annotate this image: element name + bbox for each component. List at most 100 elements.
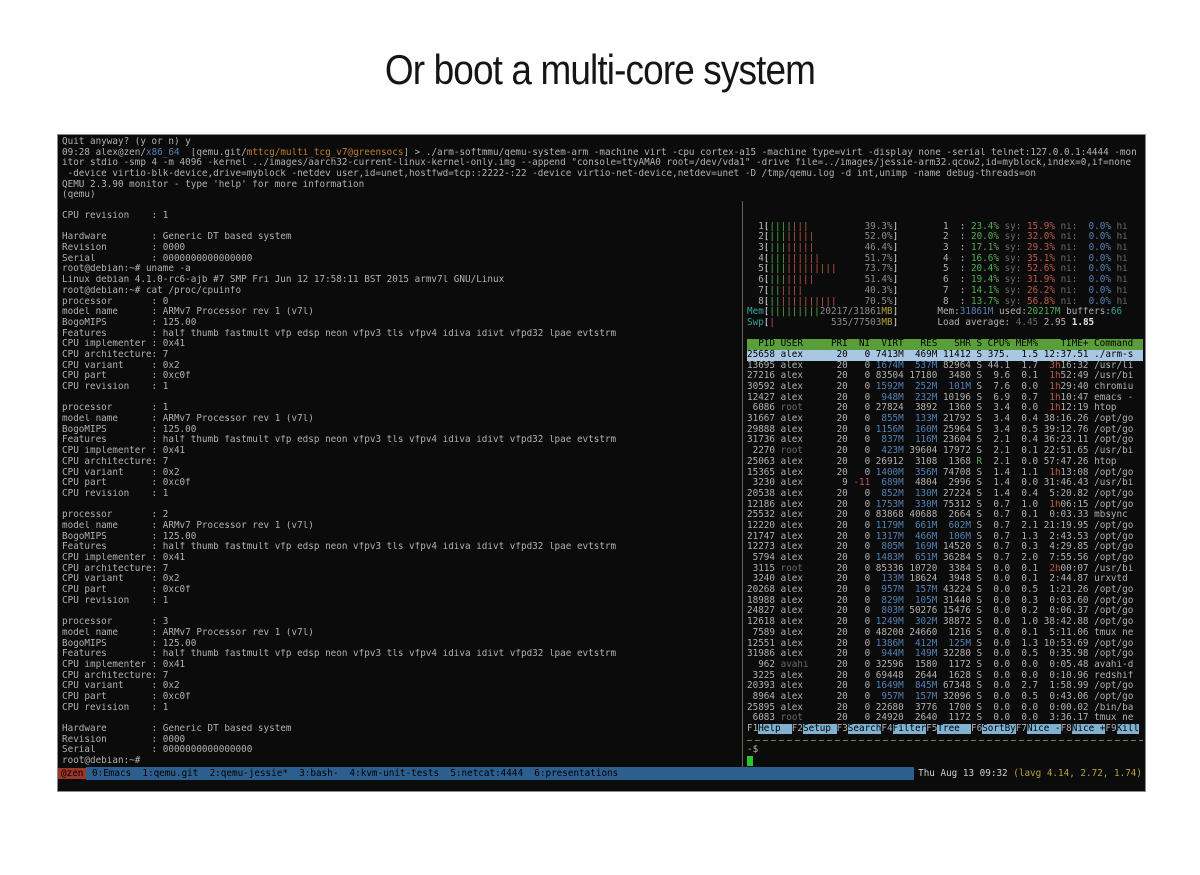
tmux-vertical-divider	[742, 201, 743, 767]
cpuinfo-line: processor : 1	[62, 403, 740, 414]
cpu-meter: 3[|||||||| 46.4%] 3 : 17.1% sy: 29.3% ni…	[747, 243, 1143, 254]
htop-fkey-nice+[interactable]: Nice +	[1072, 724, 1106, 734]
cpuinfo-line: CPU implementer : 0x41	[62, 553, 740, 564]
tmux-window-2[interactable]: 2:qemu-jessie*	[210, 768, 288, 779]
cpuinfo-line	[62, 713, 740, 724]
process-row[interactable]: 8964 alex 20 0 957M 157M 32096 S 0.0 0.5…	[747, 692, 1143, 703]
tmux-window-6[interactable]: 6:presentations	[534, 768, 618, 779]
cpuinfo-line: model name : ARMv7 Processor rev 1 (v7l)	[62, 628, 740, 639]
cpuinfo-line: model name : ARMv7 Processor rev 1 (v7l)	[62, 414, 740, 425]
cpuinfo-line: BogoMIPS : 125.00	[62, 639, 740, 650]
cpuinfo-line	[62, 500, 740, 511]
cpuinfo-line	[62, 222, 740, 233]
htop-fkey-search[interactable]: Search	[848, 724, 882, 734]
process-row[interactable]: 15365 alex 20 0 1400M 356M 74708 S 1.4 1…	[747, 468, 1143, 479]
process-row[interactable]: 3240 alex 20 0 133M 18624 3948 S 0.0 0.1…	[747, 574, 1143, 585]
htop-fkey-tree[interactable]: Tree	[937, 724, 971, 734]
htop-fkey-nice[interactable]: Nice -	[1027, 724, 1061, 734]
terminal-cursor	[747, 756, 753, 766]
process-row[interactable]: 24827 alex 20 0 803M 50276 15476 S 0.0 0…	[747, 606, 1143, 617]
cpuinfo-line: Features : half thumb fastmult vfp edsp …	[62, 329, 740, 340]
process-row[interactable]: 21747 alex 20 0 1317M 466M 106M S 0.7 1.…	[747, 532, 1143, 543]
cpuinfo-line: Serial : 0000000000000000	[62, 745, 740, 756]
process-row[interactable]: 20393 alex 20 0 1649M 845M 67348 S 0.0 2…	[747, 681, 1143, 692]
htop-fkey-help[interactable]: Help	[758, 724, 792, 734]
cpuinfo-line: CPU part : 0xc0f	[62, 478, 740, 489]
cpuinfo-line: CPU implementer : 0x41	[62, 339, 740, 350]
slide: Or boot a multi-core system Quit anyway?…	[0, 0, 1200, 875]
qemu-output-line: (qemu)	[62, 190, 1143, 201]
cpuinfo-line: root@debian:~#	[62, 756, 740, 767]
qemu-output-line: QEMU 2.3.90 monitor - type 'help' for mo…	[62, 180, 1143, 191]
qemu-output-line: itor stdio -smp 4 -m 4096 -kernel ../ima…	[62, 158, 1143, 169]
tmux-window-4[interactable]: 4:kvm-unit-tests	[350, 768, 440, 779]
cpuinfo-line: CPU implementer : 0x41	[62, 660, 740, 671]
cpuinfo-line: CPU revision : 1	[62, 489, 740, 500]
process-row[interactable]: 7589 alex 20 0 48200 24660 1216 S 0.0 0.…	[747, 628, 1143, 639]
process-row[interactable]: 12273 alex 20 0 805M 169M 14520 S 0.7 0.…	[747, 542, 1143, 553]
process-row[interactable]: 3115 root 20 0 85336 10720 3384 S 0.0 0.…	[747, 564, 1143, 575]
tmux-window-3[interactable]: 3:bash-	[299, 768, 338, 779]
htop-pane[interactable]: 1[||||||| 39.3%] 1 : 23.4% sy: 15.9% ni:…	[747, 211, 1143, 767]
htop-fkey-setup[interactable]: Setup	[803, 724, 837, 734]
process-row[interactable]: 18988 alex 20 0 829M 105M 31440 S 0.0 0.…	[747, 596, 1143, 607]
mem-meter: Mem[|||||||||20217/31861MB] Mem:31861M u…	[747, 307, 1143, 318]
cpuinfo-line: CPU variant : 0x2	[62, 574, 740, 585]
process-row[interactable]: 6086 root 20 0 27824 3892 1360 S 3.4 0.0…	[747, 403, 1143, 414]
process-row[interactable]: 30592 alex 20 0 1592M 252M 101M S 7.6 0.…	[747, 382, 1143, 393]
process-row[interactable]: 962 avahi 20 0 32596 1580 1172 S 0.0 0.0…	[747, 660, 1143, 671]
process-row[interactable]: 31986 alex 20 0 944M 149M 32280 S 0.0 0.…	[747, 649, 1143, 660]
process-row[interactable]: 29888 alex 20 0 1156M 160M 25964 S 3.4 0…	[747, 425, 1143, 436]
qemu-output-line: Quit anyway? (y or n) y	[62, 137, 1143, 148]
process-row[interactable]: 12618 alex 20 0 1249M 302M 38872 S 0.0 1…	[747, 617, 1143, 628]
qemu-output-line: 09:28 alex@zen/x86_64 [qemu.git/mttcg/mu…	[62, 148, 1143, 159]
process-row[interactable]: 12427 alex 20 0 948M 232M 10196 S 6.9 0.…	[747, 393, 1143, 404]
cpuinfo-line: CPU architecture: 7	[62, 350, 740, 361]
process-row[interactable]: 25063 alex 20 0 26912 3108 1368 R 2.1 0.…	[747, 457, 1143, 468]
qemu-output-line: -device virtio-blk-device,drive=myblock …	[62, 169, 1143, 180]
cpuinfo-line: processor : 3	[62, 617, 740, 628]
process-row[interactable]: 3225 alex 20 0 69448 2644 1628 S 0.0 0.0…	[747, 671, 1143, 682]
shell-prompt: -$	[747, 745, 1143, 756]
cpuinfo-line: CPU variant : 0x2	[62, 468, 740, 479]
status-datetime: Thu Aug 13 09:32	[918, 768, 1013, 779]
cpuinfo-line: Linux debian 4.1.0-rc6-ajb #7 SMP Fri Ju…	[62, 275, 740, 286]
cpuinfo-line: CPU implementer : 0x41	[62, 446, 740, 457]
cpuinfo-line: model name : ARMv7 Processor rev 1 (v7l)	[62, 307, 740, 318]
status-load-average: (lavg 4.14, 2.72, 1.74)	[1013, 768, 1142, 779]
cpuinfo-line: Revision : 0000	[62, 243, 740, 254]
tmux-horizontal-divider	[747, 735, 1143, 746]
process-row[interactable]: 20538 alex 20 0 852M 130M 27224 S 1.4 0.…	[747, 489, 1143, 500]
process-row[interactable]: 12551 alex 20 0 1386M 412M 125M S 0.0 1.…	[747, 639, 1143, 650]
tmux-status-clock: Thu Aug 13 09:32 (lavg 4.14, 2.72, 1.74)	[918, 767, 1142, 780]
cpuinfo-line: CPU architecture: 7	[62, 671, 740, 682]
process-row[interactable]: 31736 alex 20 0 837M 116M 23604 S 2.1 0.…	[747, 435, 1143, 446]
process-row[interactable]: 20268 alex 20 0 957M 157M 43224 S 0.0 0.…	[747, 585, 1143, 596]
tmux-window-1[interactable]: 1:qemu.git	[142, 768, 198, 779]
process-row[interactable]: 2270 root 20 0 423M 39604 17972 S 2.1 0.…	[747, 446, 1143, 457]
process-row[interactable]: 27216 alex 20 0 83504 17180 3480 S 9.6 0…	[747, 371, 1143, 382]
process-row[interactable]: 6083 root 20 0 24920 2640 1172 S 0.0 0.0…	[747, 713, 1143, 724]
htop-function-keys: F1Help F2Setup F3SearchF4FilterF5Tree F6…	[747, 724, 1143, 735]
cpuinfo-line: BogoMIPS : 125.00	[62, 425, 740, 436]
process-row[interactable]: 31667 alex 20 0 855M 133M 21792 S 3.4 0.…	[747, 414, 1143, 425]
process-row[interactable]: 12186 alex 20 0 1753M 330M 75312 S 0.7 1…	[747, 500, 1143, 511]
process-row[interactable]: 12220 alex 20 0 1179M 661M 602M S 0.7 2.…	[747, 521, 1143, 532]
cpuinfo-pane[interactable]: CPU revision : 1Hardware : Generic DT ba…	[62, 211, 740, 767]
htop-fkey-sortby[interactable]: SortBy	[982, 724, 1016, 734]
process-row[interactable]: 25895 alex 20 0 22680 3776 1700 S 0.0 0.…	[747, 703, 1143, 714]
tmux-window-0[interactable]: 0:Emacs	[92, 768, 131, 779]
terminal-window[interactable]: Quit anyway? (y or n) y09:28 alex@zen/x8…	[57, 134, 1146, 792]
tmux-window-5[interactable]: 5:netcat:4444	[450, 768, 523, 779]
process-row[interactable]: 13695 alex 20 0 1674M 537M 82964 S 44.1 …	[747, 361, 1143, 372]
htop-fkey-filter[interactable]: Filter	[893, 724, 927, 734]
slide-title: Or boot a multi-core system	[72, 46, 1128, 94]
cpuinfo-line: model name : ARMv7 Processor rev 1 (v7l)	[62, 521, 740, 532]
htop-fkey-kill[interactable]: Kill	[1117, 724, 1139, 734]
process-row[interactable]: 5794 alex 20 0 1483M 651M 36284 S 0.7 2.…	[747, 553, 1143, 564]
cpuinfo-line: processor : 2	[62, 510, 740, 521]
process-row[interactable]: 3230 alex 9 -11 689M 4804 2996 S 1.4 0.0…	[747, 478, 1143, 489]
process-row[interactable]: 25532 alex 20 0 83868 40688 2664 S 0.7 0…	[747, 510, 1143, 521]
process-row[interactable]: 25658 alex 20 0 7413M 469M 11412 S 375. …	[747, 350, 1143, 361]
cpuinfo-line: root@debian:~# cat /proc/cpuinfo	[62, 286, 740, 297]
